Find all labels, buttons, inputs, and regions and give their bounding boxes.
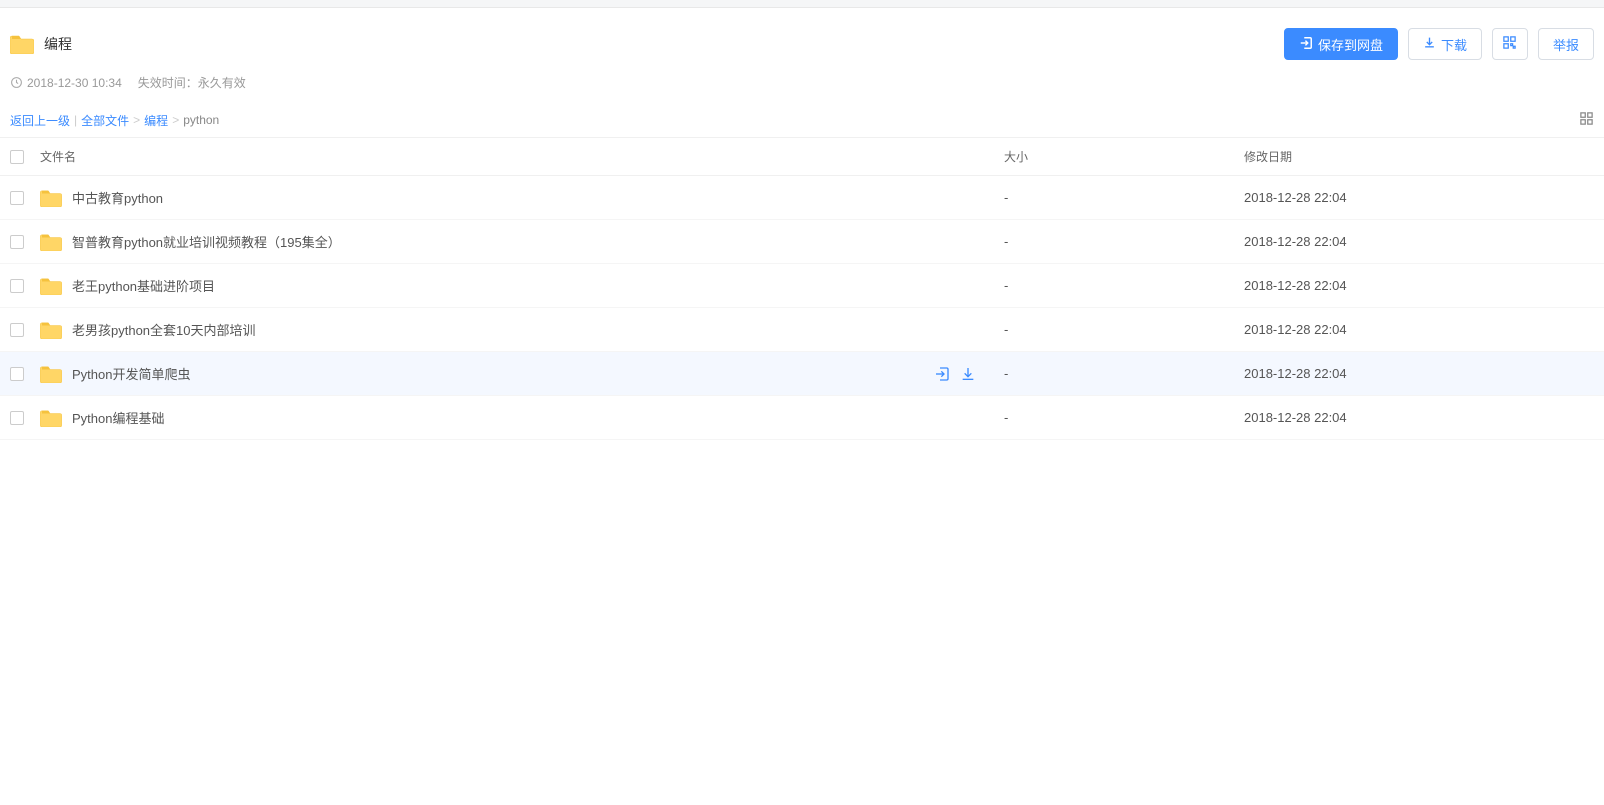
save-to-cloud-button[interactable]: 保存到网盘: [1284, 28, 1398, 60]
breadcrumb-current: python: [183, 113, 219, 127]
col-check-header: [10, 150, 40, 164]
breadcrumb-separator: |: [74, 113, 77, 127]
col-size-header[interactable]: 大小: [994, 148, 1244, 165]
file-date: 2018-12-28 22:04: [1244, 234, 1594, 249]
save-icon: [1299, 36, 1313, 53]
table-row[interactable]: 智普教育python就业培训视频教程（195集全） - 2018-12-28 2…: [0, 220, 1604, 264]
file-date: 2018-12-28 22:04: [1244, 278, 1594, 293]
row-checkbox[interactable]: [10, 367, 24, 381]
report-button[interactable]: 举报: [1538, 28, 1594, 60]
clock-icon: [10, 76, 23, 89]
timestamp-text: 2018-12-30 10:34: [27, 76, 122, 90]
folder-icon: [40, 189, 62, 207]
file-date: 2018-12-28 22:04: [1244, 322, 1594, 337]
file-size: -: [994, 234, 1244, 249]
breadcrumb-parent[interactable]: 编程: [144, 112, 168, 129]
col-check: [10, 279, 40, 293]
expiry-text: 失效时间：永久有效: [138, 74, 246, 91]
file-date: 2018-12-28 22:04: [1244, 190, 1594, 205]
col-check: [10, 411, 40, 425]
row-checkbox[interactable]: [10, 411, 24, 425]
folder-icon: [40, 277, 62, 295]
folder-icon: [40, 409, 62, 427]
col-name: 中古教育python: [40, 188, 934, 207]
qr-code-icon: [1502, 35, 1517, 53]
row-actions: [934, 366, 994, 382]
col-name: 老男孩python全套10天内部培训: [40, 320, 934, 339]
report-button-label: 举报: [1553, 35, 1579, 54]
table-header: 文件名 大小 修改日期: [0, 137, 1604, 176]
download-button[interactable]: 下载: [1408, 28, 1482, 60]
breadcrumb-separator: >: [133, 113, 140, 127]
select-all-checkbox[interactable]: [10, 150, 24, 164]
file-name[interactable]: Python编程基础: [72, 408, 164, 427]
file-table: 文件名 大小 修改日期 中古教育python - 2018-12-28 22:0…: [0, 137, 1604, 440]
row-checkbox[interactable]: [10, 279, 24, 293]
header-actions: 保存到网盘 下载: [1284, 28, 1594, 60]
table-row[interactable]: 老王python基础进阶项目 - 2018-12-28 22:04: [0, 264, 1604, 308]
file-date: 2018-12-28 22:04: [1244, 366, 1594, 381]
row-checkbox[interactable]: [10, 191, 24, 205]
col-check: [10, 323, 40, 337]
table-row[interactable]: Python编程基础 - 2018-12-28 22:04: [0, 396, 1604, 440]
breadcrumb-back[interactable]: 返回上一级: [10, 112, 70, 129]
qr-code-button[interactable]: [1492, 28, 1528, 60]
file-size: -: [994, 410, 1244, 425]
file-date: 2018-12-28 22:04: [1244, 410, 1594, 425]
col-name-header[interactable]: 文件名: [40, 148, 934, 165]
col-check: [10, 191, 40, 205]
folder-icon: [40, 233, 62, 251]
header: 编程 保存到网盘 下载: [0, 8, 1604, 70]
col-name: Python开发简单爬虫: [40, 364, 934, 383]
created-time: 2018-12-30 10:34: [10, 76, 122, 90]
row-checkbox[interactable]: [10, 235, 24, 249]
grid-view-toggle[interactable]: [1579, 111, 1594, 129]
download-button-label: 下载: [1441, 35, 1467, 54]
table-row[interactable]: 老男孩python全套10天内部培训 - 2018-12-28 22:04: [0, 308, 1604, 352]
file-name[interactable]: 中古教育python: [72, 188, 163, 207]
row-checkbox[interactable]: [10, 323, 24, 337]
file-name[interactable]: 老王python基础进阶项目: [72, 276, 215, 295]
col-name: Python编程基础: [40, 408, 934, 427]
col-name: 老王python基础进阶项目: [40, 276, 934, 295]
col-name: 智普教育python就业培训视频教程（195集全）: [40, 232, 934, 251]
folder-icon: [40, 321, 62, 339]
top-bar: [0, 0, 1604, 8]
folder-icon: [10, 34, 34, 54]
breadcrumb-row: 返回上一级 | 全部文件 > 编程 > python: [0, 103, 1604, 137]
folder-icon: [40, 365, 62, 383]
page-title: 编程: [44, 34, 72, 54]
row-save-icon[interactable]: [934, 366, 950, 382]
col-check: [10, 235, 40, 249]
col-check: [10, 367, 40, 381]
header-left: 编程: [10, 34, 72, 54]
meta-row: 2018-12-30 10:34 失效时间：永久有效: [0, 70, 1604, 103]
download-icon: [1423, 36, 1436, 52]
file-size: -: [994, 366, 1244, 381]
row-download-icon[interactable]: [960, 366, 976, 382]
table-body: 中古教育python - 2018-12-28 22:04 智普教育python…: [0, 176, 1604, 440]
breadcrumb-all-files[interactable]: 全部文件: [81, 112, 129, 129]
col-date-header[interactable]: 修改日期: [1244, 148, 1594, 165]
table-row[interactable]: Python开发简单爬虫 - 2018-12-28 22:04: [0, 352, 1604, 396]
file-name[interactable]: Python开发简单爬虫: [72, 364, 190, 383]
breadcrumb-separator: >: [172, 113, 179, 127]
save-button-label: 保存到网盘: [1318, 35, 1383, 54]
file-size: -: [994, 278, 1244, 293]
file-name[interactable]: 智普教育python就业培训视频教程（195集全）: [72, 232, 341, 251]
breadcrumb: 返回上一级 | 全部文件 > 编程 > python: [10, 112, 219, 129]
file-size: -: [994, 322, 1244, 337]
file-size: -: [994, 190, 1244, 205]
table-row[interactable]: 中古教育python - 2018-12-28 22:04: [0, 176, 1604, 220]
file-name[interactable]: 老男孩python全套10天内部培训: [72, 320, 256, 339]
